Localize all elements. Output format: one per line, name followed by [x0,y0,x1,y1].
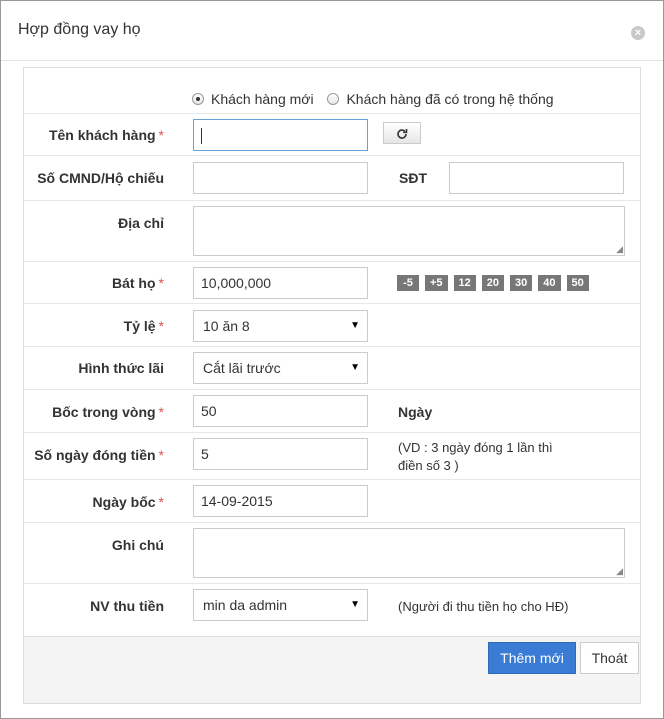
ratio-label: Tỷ lệ * [123,318,164,334]
interest-type-row: Hình thức lãi Cắt lãi trước ▼ [24,347,640,390]
address-label: Địa chỉ [118,215,164,231]
note-textarea[interactable]: ◢ [193,528,625,578]
contract-form: Khách hàng mới Khách hàng đã có trong hệ… [23,67,641,704]
payment-days-input[interactable]: 5 [193,438,368,470]
contract-modal: Hợp đồng vay họ × Khách hàng mới Khách h… [0,0,664,719]
phone-label: SĐT [399,170,427,186]
collector-row: NV thu tiền min da admin ▼ (Người đi thu… [24,584,640,636]
interest-type-value: Cắt lãi trước [203,360,281,376]
customer-type-row: Khách hàng mới Khách hàng đã có trong hệ… [24,68,640,114]
collector-label: NV thu tiền [90,598,164,614]
payment-days-label: Số ngày đóng tiền * [34,447,164,463]
address-textarea[interactable]: ◢ [193,206,625,256]
modal-header: Hợp đồng vay họ × [1,1,663,61]
start-date-input[interactable]: 14-09-2015 [193,485,368,517]
id-phone-row: Số CMND/Hộ chiếu SĐT [24,156,640,201]
chevron-down-icon: ▼ [350,320,360,331]
chevron-down-icon: ▼ [350,599,360,610]
quick-button[interactable]: 20 [481,275,505,291]
interest-type-label: Hình thức lãi [78,360,164,376]
close-icon[interactable]: × [631,26,645,40]
id-number-label: Số CMND/Hộ chiếu [37,170,164,186]
customer-name-input[interactable] [193,119,368,151]
bat-ho-input[interactable]: 10,000,000 [193,267,368,299]
note-row: Ghi chú ◢ [24,523,640,584]
radio-label-new: Khách hàng mới [211,91,314,107]
exit-button[interactable]: Thoát [580,642,639,674]
phone-input[interactable] [449,162,624,194]
boc-trong-vong-input[interactable]: 50 [193,395,368,427]
radio-dot-selected[interactable] [192,93,204,105]
address-row: Địa chỉ ◢ [24,201,640,262]
refresh-icon [397,129,408,140]
start-date-label: Ngày bốc * [92,494,164,510]
quick-button[interactable]: -5 [397,275,419,291]
radio-dot[interactable] [327,93,340,105]
start-date-row: Ngày bốc * 14-09-2015 [24,480,640,523]
customer-name-label: Tên khách hàng * [48,127,164,143]
quick-button[interactable]: 30 [510,275,533,291]
quick-button[interactable]: 40 [538,275,561,291]
modal-footer: Thêm mới Thoát [24,636,640,703]
refresh-button[interactable] [383,122,421,144]
boc-trong-vong-row: Bốc trong vòng * 50 Ngày [24,390,640,433]
bat-ho-label: Bát họ * [111,275,164,291]
radio-new-customer[interactable]: Khách hàng mới [192,91,314,107]
radio-existing-customer[interactable]: Khách hàng đã có trong hệ thống [327,91,554,107]
note-label: Ghi chú [111,537,164,553]
radio-label-existing: Khách hàng đã có trong hệ thống [346,91,554,107]
quick-button[interactable]: 50 [566,275,589,291]
quick-button[interactable]: +5 [425,275,448,291]
ratio-row: Tỷ lệ * 10 ăn 8 ▼ [24,304,640,347]
customer-name-row: Tên khách hàng * [24,114,640,156]
collector-hint: (Người đi thu tiền họ cho HĐ) [398,599,569,614]
quick-button[interactable]: 12 [453,275,476,291]
collector-select[interactable]: min da admin ▼ [193,589,368,621]
payment-days-note: (VD : 3 ngày đóng 1 lần thì điền số 3 ) [398,440,553,473]
boc-trong-vong-label: Bốc trong vòng * [52,404,164,420]
payment-days-row: Số ngày đóng tiền * 5 (VD : 3 ngày đóng 1… [24,433,640,480]
ratio-value: 10 ăn 8 [203,318,250,334]
ratio-select[interactable]: 10 ăn 8 ▼ [193,310,368,342]
modal-title: Hợp đồng vay họ [18,21,141,38]
customer-type-radios: Khách hàng mới Khách hàng đã có trong hệ… [192,91,564,108]
collector-value: min da admin [203,597,288,613]
interest-type-select[interactable]: Cắt lãi trước ▼ [193,352,368,384]
bat-ho-row: Bát họ * 10,000,000 -5 +5 12 20 30 40 50 [24,262,640,304]
quick-amount-buttons: -5 +5 12 20 30 40 50 [397,275,589,291]
chevron-down-icon: ▼ [350,362,360,373]
id-number-input[interactable] [193,162,368,194]
add-new-button[interactable]: Thêm mới [488,642,576,674]
days-unit-label: Ngày [398,404,433,420]
